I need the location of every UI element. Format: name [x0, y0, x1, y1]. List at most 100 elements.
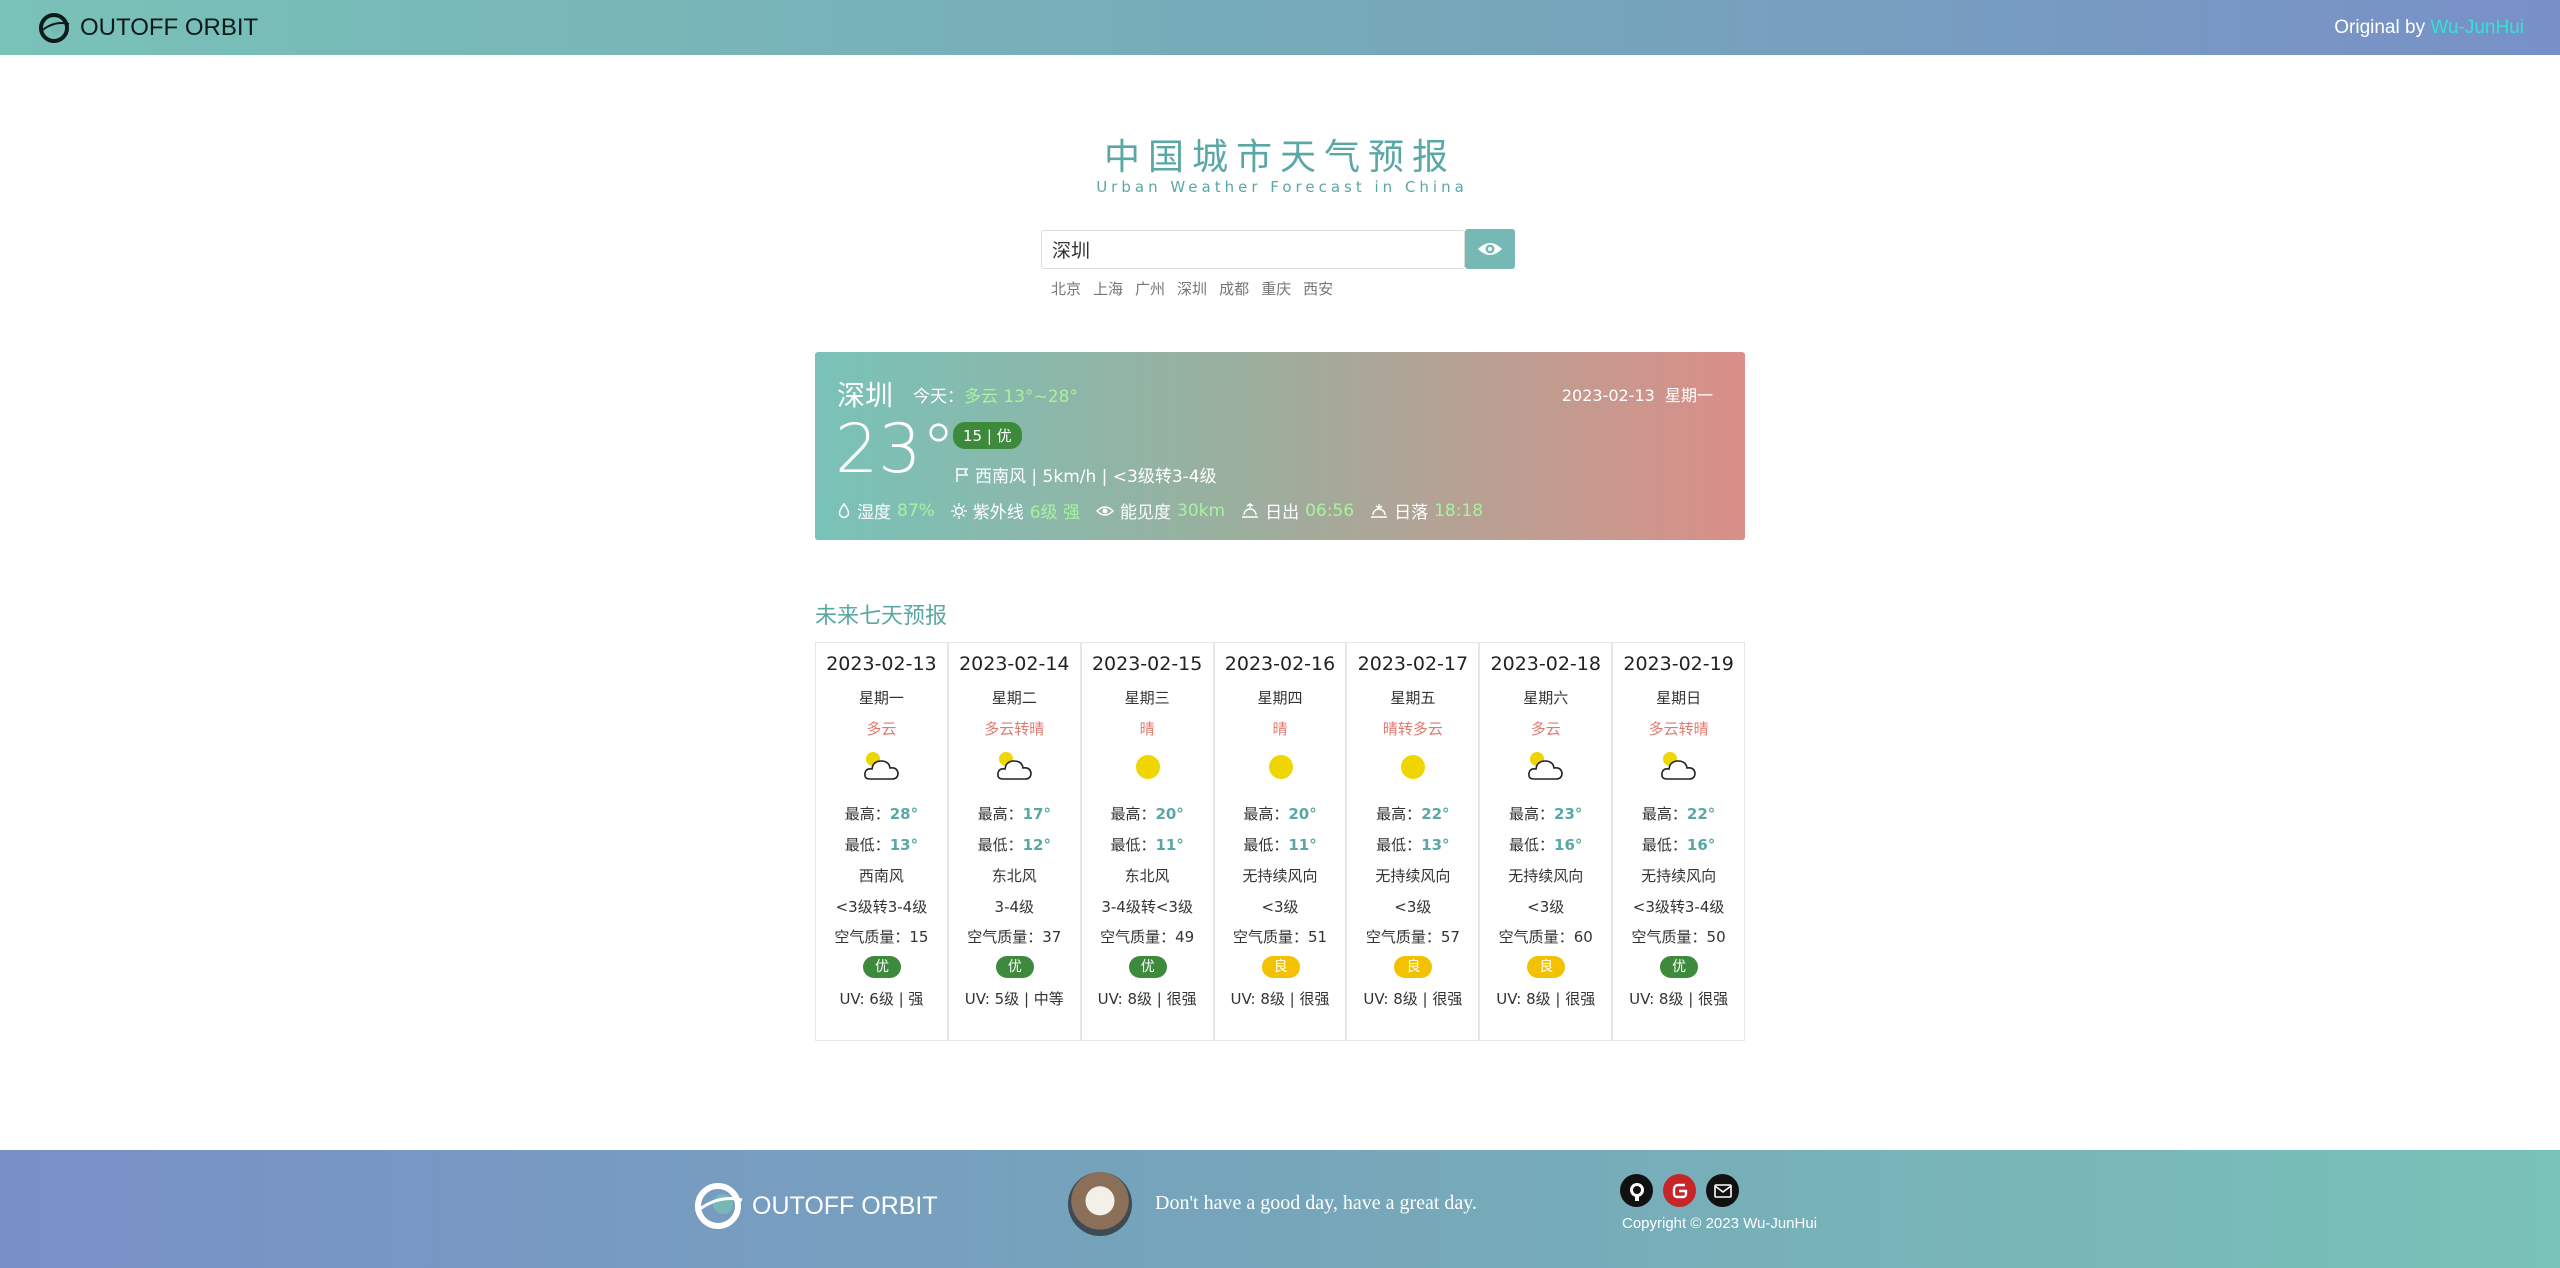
- sunset-stat: 日落 18:18: [1370, 498, 1483, 523]
- avatar: [1068, 1172, 1132, 1236]
- forecast-condition: 多云: [866, 720, 897, 738]
- top-nav: OUTOFF ORBIT Original by Wu-JunHui: [0, 0, 2560, 55]
- forecast-day-card: 2023-02-15 星期三晴最高：20° 最低：11° 东北风 3-4级转<3级 空气质…: [1080, 642, 1214, 1041]
- air-quality-badge: 优: [1128, 956, 1167, 978]
- social-links: [1620, 1174, 1739, 1207]
- today-summary: 今天：多云 13°~28°: [913, 387, 1078, 407]
- current-weather-card: 深圳 今天：多云 13°~28° 2023-02-13 星期一 23° 15 |…: [815, 352, 1745, 540]
- forecast-wind-level: <3级转3-4级: [835, 898, 928, 916]
- forecast-wind-direction: 西南风: [858, 867, 904, 885]
- forecast-uv: UV: 8级 | 很强: [1496, 990, 1596, 1008]
- forecast-weekday: 星期日: [1656, 689, 1702, 707]
- eye-icon: [1478, 243, 1502, 255]
- quick-city-link[interactable]: 北京: [1051, 278, 1081, 299]
- quick-city-link[interactable]: 广州: [1135, 278, 1165, 299]
- forecast-aqi: 空气质量：37: [967, 928, 1062, 946]
- forecast-high: 最高：17°: [977, 805, 1051, 823]
- forecast-aqi: 空气质量：60: [1498, 928, 1593, 946]
- forecast-day-card: 2023-02-16 星期四晴最高：20° 最低：11° 无持续风向 <3级 空气质量：5…: [1213, 642, 1347, 1041]
- search-button[interactable]: [1465, 229, 1515, 269]
- forecast-date: 2023-02-14: [959, 653, 1070, 675]
- footer-motto: Don't have a good day, have a great day.: [1155, 1192, 1477, 1214]
- forecast-condition: 晴: [1139, 720, 1155, 738]
- author-link[interactable]: Wu-JunHui: [2430, 17, 2524, 38]
- forecast-weekday: 星期四: [1257, 689, 1303, 707]
- page-title: 中国城市天气预报: [1103, 137, 1456, 178]
- quick-city-list: 北京 上海 广州 深圳 成都 重庆 西安: [1051, 278, 1333, 299]
- sun-icon: [1259, 749, 1303, 785]
- partly-cloudy-icon: [860, 749, 904, 785]
- forecast-low: 最低：11°: [1243, 836, 1317, 854]
- nav-brand[interactable]: OUTOFF ORBIT: [36, 10, 258, 46]
- forecast-aqi: 空气质量：57: [1365, 928, 1460, 946]
- forecast-uv: UV: 8级 | 很强: [1230, 990, 1330, 1008]
- forecast-uv: UV: 8级 | 很强: [1629, 990, 1729, 1008]
- sun-icon: [1391, 749, 1435, 785]
- forecast-uv: UV: 8级 | 很强: [1363, 990, 1463, 1008]
- forecast-aqi: 空气质量：50: [1631, 928, 1726, 946]
- quick-city-link[interactable]: 西安: [1303, 278, 1333, 299]
- quick-city-link[interactable]: 重庆: [1261, 278, 1291, 299]
- flag-icon: [956, 467, 969, 482]
- gitee-icon[interactable]: [1663, 1174, 1696, 1207]
- forecast-day-card: 2023-02-18 星期六 多云 最高：23° 最低：16° 无持续风向 <3级 空气质量：…: [1479, 642, 1613, 1041]
- sunrise-stat: 日出 06:56: [1241, 498, 1354, 523]
- forecast-day-card: 2023-02-17 星期五 晴转多云 最高：22° 最低：13° 无持续风向 <3级 空气质…: [1346, 642, 1480, 1041]
- forecast-high: 最高：28°: [844, 805, 919, 823]
- forecast-wind-direction: 无持续风向: [1508, 867, 1584, 885]
- orbit-logo-icon: [695, 1183, 743, 1229]
- copyright: Copyright © 2023 Wu-JunHui: [1622, 1215, 1818, 1232]
- forecast-wind-level: 3-4级: [994, 898, 1035, 916]
- forecast-wind-level: <3级: [1527, 898, 1565, 916]
- water-drop-icon: [838, 502, 850, 518]
- forecast-uv: UV: 8级 | 很强: [1097, 990, 1197, 1008]
- forecast-date: 2023-02-16: [1224, 653, 1336, 675]
- forecast-date: 2023-02-13: [826, 653, 937, 675]
- forecast-low: 最低：13°: [844, 836, 919, 854]
- forecast-date: 2023-02-18: [1490, 653, 1601, 675]
- quick-city-link[interactable]: 上海: [1093, 278, 1123, 299]
- forecast-aqi: 空气质量：15: [834, 928, 929, 946]
- eye-outline-icon: [1096, 505, 1115, 516]
- forecast-section-title: 未来七天预报: [815, 604, 948, 629]
- partly-cloudy-icon: [1524, 749, 1568, 785]
- forecast-weekday: 星期三: [1124, 689, 1170, 707]
- sun-outline-icon: [950, 502, 967, 519]
- forecast-condition: 多云转晴: [984, 720, 1045, 738]
- city-search-input[interactable]: [1041, 230, 1465, 269]
- aqi-badge: 15 | 优: [953, 422, 1022, 449]
- forecast-wind-level: 3-4级转<3级: [1101, 898, 1193, 916]
- footer-brand[interactable]: OUTOFF ORBIT: [690, 1178, 938, 1234]
- forecast-weekday: 星期一: [858, 689, 904, 707]
- forecast-wind-direction: 东北风: [1124, 867, 1170, 885]
- forecast-list: 2023-02-13 星期一 多云 最高：28° 最低：13° 西南风 <3级转3-4级 空气…: [815, 642, 1746, 1041]
- forecast-date: 2023-02-17: [1357, 653, 1469, 675]
- forecast-aqi: 空气质量：51: [1232, 928, 1328, 946]
- quick-city-link[interactable]: 成都: [1219, 278, 1249, 299]
- partly-cloudy-icon: [1657, 749, 1701, 785]
- current-temp: 23°: [835, 410, 956, 489]
- current-city: 深圳: [837, 379, 894, 412]
- air-quality-badge: 优: [1660, 956, 1699, 978]
- footer-brand-text: OUTOFF ORBIT: [752, 1191, 938, 1220]
- original-credit: Original by Wu-JunHui: [2334, 16, 2524, 38]
- partly-cloudy-icon: [993, 749, 1037, 785]
- forecast-low: 最低：12°: [977, 836, 1051, 854]
- forecast-wind-level: <3级: [1261, 898, 1299, 916]
- forecast-date: 2023-02-19: [1623, 653, 1734, 675]
- forecast-high: 最高：23°: [1509, 805, 1583, 823]
- forecast-low: 最低：16°: [1641, 836, 1716, 854]
- forecast-day-card: 2023-02-19 星期日 多云转晴 最高：22° 最低：16° 无持续风向 <3级转3-…: [1612, 642, 1746, 1041]
- mail-icon[interactable]: [1706, 1174, 1739, 1207]
- forecast-condition: 晴转多云: [1382, 720, 1443, 738]
- weather-stats: 湿度 87% 紫外线 6级 强 能见度 30km 日出 06:56 日落 18:18: [837, 498, 1483, 523]
- orbit-logo-icon: [39, 12, 70, 43]
- forecast-wind-direction: 无持续风向: [1641, 867, 1717, 885]
- sunset-icon: [1371, 503, 1388, 518]
- forecast-condition: 多云: [1530, 720, 1561, 738]
- forecast-high: 最高：20°: [1243, 805, 1317, 823]
- github-icon[interactable]: [1620, 1174, 1653, 1207]
- humidity-stat: 湿度 87%: [837, 498, 935, 523]
- quick-city-link[interactable]: 深圳: [1177, 278, 1207, 299]
- forecast-wind-direction: 无持续风向: [1375, 867, 1451, 885]
